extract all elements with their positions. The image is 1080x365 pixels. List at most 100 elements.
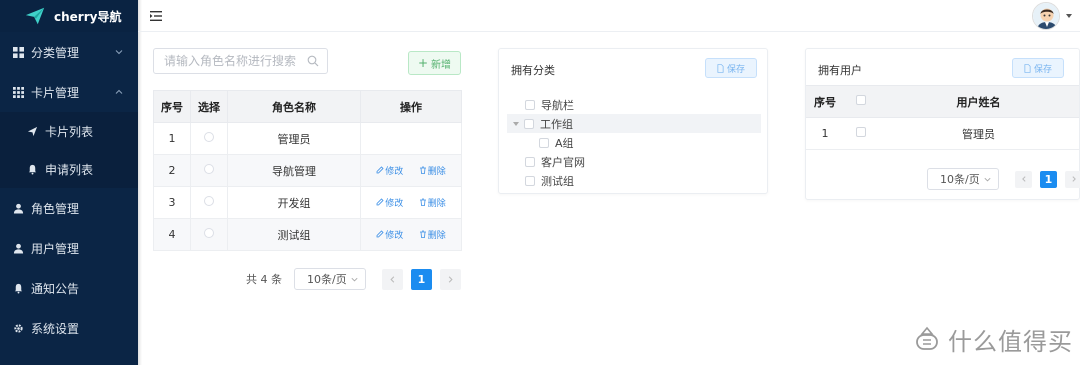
chevron-down-icon [351, 277, 358, 281]
tree-node[interactable]: 测试组 [507, 171, 761, 190]
avatar-dropdown-caret-icon[interactable] [1066, 14, 1072, 18]
table-row[interactable]: 3 开发组 修改 删除 [153, 186, 462, 219]
table-row[interactable]: 1 管理员 [153, 122, 462, 155]
sidebar-item-label: 卡片管理 [31, 85, 80, 100]
table-row[interactable]: 1 管理员 [806, 117, 1079, 150]
select-all-header[interactable] [844, 85, 878, 118]
row-select[interactable] [190, 218, 228, 251]
role-search-input[interactable] [154, 49, 304, 73]
sidebar-item-role[interactable]: 角色管理 [0, 188, 138, 228]
edit-link[interactable]: 修改 [376, 228, 403, 241]
search-icon[interactable] [307, 55, 319, 67]
next-page-button[interactable] [1065, 170, 1080, 188]
page-size-select[interactable]: 10条/页 [294, 268, 366, 290]
row-index: 4 [153, 218, 191, 251]
sidebar-item-apply-list[interactable]: 申请列表 [0, 150, 138, 188]
brand[interactable]: cherry导航 [0, 0, 138, 32]
chevron-left-icon [1021, 176, 1026, 182]
row-select[interactable] [190, 186, 228, 219]
tree-node[interactable]: 导航栏 [507, 95, 761, 114]
sidebar-item-category[interactable]: 分类管理 [0, 32, 138, 72]
paper-plane-logo-icon [25, 7, 45, 25]
page-size-select[interactable]: 10条/页 [927, 168, 999, 190]
table-header-row: 序号 用户姓名 [806, 85, 1079, 118]
user-name: 管理员 [878, 117, 1079, 150]
column-header: 序号 [806, 85, 844, 118]
column-header: 用户姓名 [878, 85, 1079, 118]
table-row[interactable]: 4 测试组 修改 删除 [153, 218, 462, 251]
tree-node[interactable]: 工作组 [507, 114, 761, 133]
role-name: 测试组 [227, 218, 361, 251]
prev-page-button[interactable] [1015, 170, 1032, 188]
delete-label: 删除 [427, 230, 446, 241]
prev-page-button[interactable] [382, 268, 403, 290]
tree-node-label: 测试组 [541, 174, 574, 188]
checkbox[interactable] [524, 118, 534, 129]
delete-label: 删除 [427, 198, 446, 209]
tree-node[interactable]: A组 [507, 133, 761, 152]
radio-button[interactable] [204, 132, 214, 142]
caret-down-icon[interactable] [513, 121, 519, 126]
menu-fold-icon[interactable] [150, 9, 164, 23]
checkbox[interactable] [856, 127, 866, 137]
save-users-button[interactable]: 保存 [1012, 58, 1064, 78]
row-select[interactable] [844, 117, 878, 150]
page-number-button[interactable]: 1 [1040, 170, 1057, 188]
sidebar-item-card[interactable]: 卡片管理 [0, 72, 138, 112]
radio-button[interactable] [204, 196, 214, 206]
row-select[interactable] [190, 122, 228, 155]
trash-icon [419, 230, 426, 239]
gear-icon [12, 322, 24, 334]
role-table: 序号 选择 角色名称 操作 1 管理员 2 导航管理 修改 删除 3 开发组 修… [153, 90, 462, 251]
user-pagination: 10条/页 1 [927, 168, 1080, 190]
chevron-down-icon [115, 50, 123, 55]
delete-link[interactable]: 删除 [419, 164, 446, 177]
column-header: 操作 [360, 90, 462, 123]
role-pagination: 共 4 条 10条/页 1 [246, 268, 469, 290]
document-icon [1024, 63, 1031, 73]
send-icon [26, 125, 38, 137]
checkbox[interactable] [539, 137, 549, 148]
delete-link[interactable]: 删除 [419, 228, 446, 241]
tree-node[interactable]: 客户官网 [507, 152, 761, 171]
edit-link[interactable]: 修改 [376, 164, 403, 177]
chevron-left-icon [390, 275, 395, 283]
checkbox[interactable] [525, 99, 535, 110]
checkbox[interactable] [525, 156, 535, 167]
row-select[interactable] [190, 154, 228, 187]
row-index: 2 [153, 154, 191, 187]
edit-link[interactable]: 修改 [376, 196, 403, 209]
table-row[interactable]: 2 导航管理 修改 删除 [153, 154, 462, 187]
sidebar-item-notice[interactable]: 通知公告 [0, 268, 138, 308]
checkbox[interactable] [525, 175, 535, 186]
page-number-button[interactable]: 1 [411, 268, 432, 290]
radio-button[interactable] [204, 164, 214, 174]
sidebar-item-label: 通知公告 [31, 281, 80, 296]
top-header [138, 0, 1080, 32]
column-header: 角色名称 [227, 90, 361, 123]
avatar[interactable] [1032, 2, 1060, 30]
trash-icon [419, 166, 426, 175]
category-panel: 拥有分类 保存 导航栏 工作组 A组 客户官网 测试组 [498, 48, 768, 194]
delete-link[interactable]: 删除 [419, 196, 446, 209]
add-role-label: 新增 [431, 59, 452, 71]
tree-node-label: 导航栏 [541, 98, 574, 112]
sidebar-item-card-list[interactable]: 卡片列表 [0, 112, 138, 150]
checkbox[interactable] [856, 95, 866, 105]
edit-icon [376, 198, 384, 206]
role-search[interactable] [153, 48, 328, 74]
sidebar-item-label: 分类管理 [31, 45, 80, 60]
sidebar-item-settings[interactable]: 系统设置 [0, 308, 138, 348]
radio-button[interactable] [204, 228, 214, 238]
row-actions: 修改 删除 [360, 154, 462, 187]
row-actions [360, 122, 462, 155]
panel-title: 拥有用户 [818, 64, 862, 77]
role-name: 导航管理 [227, 154, 361, 187]
sidebar-shadow [138, 0, 142, 365]
next-page-button[interactable] [440, 268, 461, 290]
user-panel: 拥有用户 保存 序号 用户姓名 1 管理员 10条/页 1 [805, 48, 1080, 200]
add-role-button[interactable]: + 新增 [408, 51, 461, 75]
save-categories-button[interactable]: 保存 [705, 58, 757, 78]
sidebar-item-user[interactable]: 用户管理 [0, 228, 138, 268]
tree-node-label: A组 [555, 136, 574, 150]
